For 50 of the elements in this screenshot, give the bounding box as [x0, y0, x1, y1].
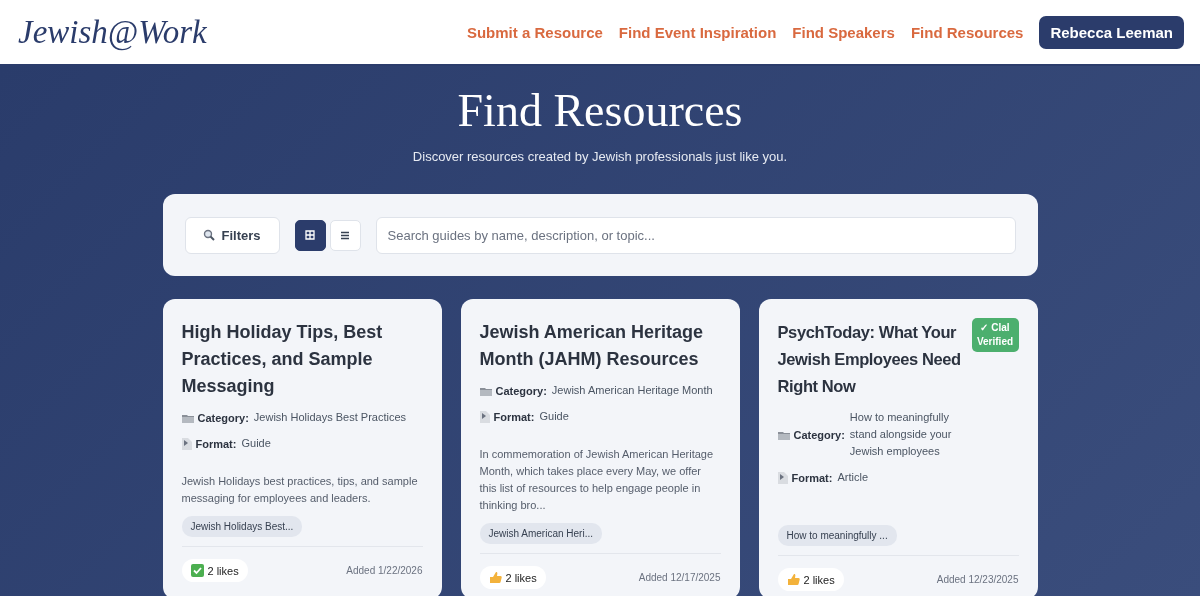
folder-icon: [777, 429, 790, 440]
filters-button[interactable]: Filters: [184, 216, 280, 254]
category-value: Jewish Holidays Best Practices: [253, 410, 407, 425]
grid-icon: [305, 230, 315, 240]
document-icon: [777, 471, 788, 484]
card-title: Jewish American Heritage Month (JAHM) Resources: [479, 321, 704, 371]
resource-card[interactable]: [162, 299, 442, 596]
logo[interactable]: Jewish@Work: [18, 13, 207, 51]
document-icon: [479, 410, 490, 423]
resource-card[interactable]: [758, 299, 1038, 596]
category-value: How to meaningfully stand alongside your Jewish employees: [849, 410, 953, 459]
category-label: Category:: [793, 428, 845, 441]
resource-card[interactable]: [460, 299, 740, 596]
folder-icon: [479, 385, 492, 396]
added-date: Added 1/22/2026: [346, 565, 423, 576]
format-value: Guide: [241, 436, 271, 451]
format-label: Format:: [791, 471, 833, 484]
user-button[interactable]: Rebecca Leeman: [1039, 15, 1184, 49]
format-label: Format:: [195, 437, 237, 450]
document-icon: [181, 437, 192, 450]
format-value: Guide: [539, 409, 569, 424]
check-icon: [190, 564, 204, 577]
search-icon: [203, 229, 216, 241]
tag[interactable]: How to meaningfully ...: [777, 525, 897, 546]
likes-button[interactable]: 2 likes: [777, 568, 844, 591]
card-description: In commemoration of Jewish American Heritage Month, which takes place every May, we offer this list of resources to help engage people in thinking bro...: [479, 447, 715, 513]
format-label: Format:: [493, 410, 535, 423]
card-title: High Holiday Tips, Best Practices, and Sample Messaging: [181, 321, 384, 398]
thumbs-up-icon: [786, 573, 800, 586]
category-label: Category:: [197, 411, 249, 424]
menu-icon: [340, 230, 350, 240]
format-value: Article: [837, 470, 868, 485]
list-view-button[interactable]: [329, 219, 361, 251]
added-date: Added 12/23/2025: [936, 574, 1019, 585]
category-value: Jewish American Heritage Month: [551, 383, 713, 398]
page-subtitle: Discover resources created by Jewish professionals just like you.: [412, 149, 788, 164]
added-date: Added 12/17/2025: [638, 572, 721, 583]
card-description: Jewish Holidays best practices, tips, and sample messaging for employees and leaders.: [181, 474, 419, 506]
likes-button[interactable]: 2 likes: [479, 566, 546, 589]
likes-button[interactable]: 2 likes: [181, 559, 248, 582]
page-title: Find Resources: [457, 84, 743, 137]
verified-badge: ✓ Clal Verified: [971, 318, 1019, 352]
grid-view-button[interactable]: [294, 219, 326, 251]
tag[interactable]: Jewish Holidays Best...: [181, 516, 303, 537]
tag[interactable]: Jewish American Heri...: [479, 523, 602, 544]
card-title: PsychToday: What Your Jewish Employees Need Right Now: [777, 322, 962, 397]
thumbs-up-icon: [488, 571, 502, 584]
search-field[interactable]: Search guides by name, description, or topic...: [375, 216, 1016, 254]
category-label: Category:: [495, 384, 547, 397]
folder-icon: [181, 412, 194, 423]
